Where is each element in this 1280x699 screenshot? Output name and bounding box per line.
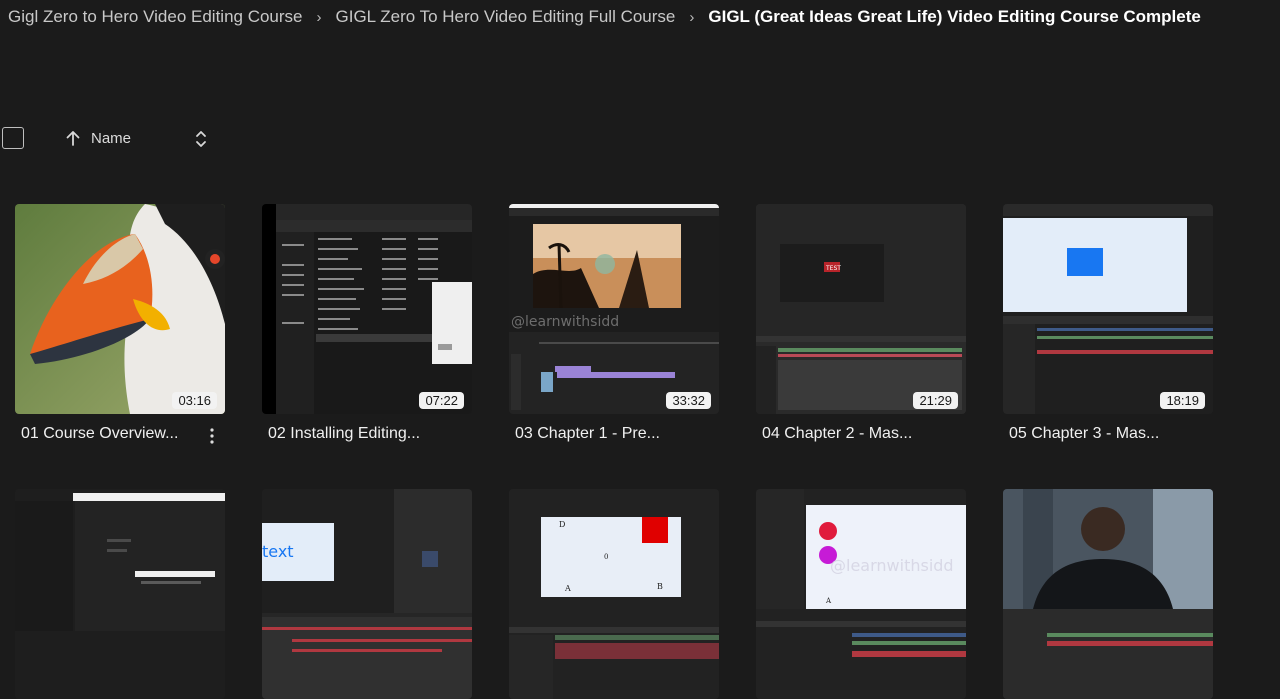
dialog-image [15,489,225,699]
more-options-icon[interactable] [205,426,219,446]
file-explorer-image [262,204,472,414]
video-thumbnail[interactable]: 18:19 [1003,204,1213,414]
video-thumbnail[interactable]: A @learnwithsidd [756,489,966,699]
editor-circles-image: A @learnwithsidd [756,489,966,699]
video-thumbnail[interactable]: TEST 21:29 [756,204,966,414]
letter-b: B [657,582,663,591]
duration-badge: 03:16 [172,392,217,409]
video-thumbnail[interactable]: 03:16 [15,204,225,414]
arrow-up-icon[interactable] [64,129,82,147]
letter-a: A [564,584,571,593]
chevron-right-icon: › [689,8,695,26]
duration-badge: 33:32 [666,392,711,409]
editor-text-image: TEST [756,204,966,414]
sort-bar: Name [2,127,222,153]
video-title[interactable]: 01 Course Overview... [21,425,178,443]
duration-badge: 18:19 [1160,392,1205,409]
editor-palms-image: @learnwithsidd [509,204,719,414]
test-label: TEST [825,265,841,272]
duration-badge: 07:22 [419,392,464,409]
video-thumbnail[interactable] [15,489,225,699]
letter-zero: 0 [604,553,608,561]
unfold-icon[interactable] [192,128,210,150]
video-title[interactable]: 02 Installing Editing... [268,425,420,443]
circle-letter: A [825,597,832,605]
breadcrumb-item-current: GIGL (Great Ideas Great Life) Video Edit… [708,7,1201,26]
editor-text-tool-image: text [262,489,472,699]
breadcrumb-item-course[interactable]: Gigl Zero to Hero Video Editing Course [8,7,303,27]
letter-d: D [559,520,565,529]
watermark-text: @learnwithsidd [830,556,954,575]
video-title[interactable]: 04 Chapter 2 - Mas... [762,425,912,443]
puffin-image [15,204,225,414]
text-label: text [262,542,294,561]
select-all-checkbox[interactable] [2,127,24,149]
breadcrumb-item-full-course[interactable]: GIGL Zero To Hero Video Editing Full Cou… [336,7,676,27]
video-thumbnail[interactable]: 07:22 [262,204,472,414]
video-thumbnail[interactable]: @learnwithsidd 33:32 [509,204,719,414]
sort-name-label[interactable]: Name [91,130,131,147]
editor-red-square-image: D 0 A B [509,489,719,699]
video-thumbnail[interactable]: D 0 A B [509,489,719,699]
video-thumbnail[interactable]: text [262,489,472,699]
video-thumbnail[interactable] [1003,489,1213,699]
watermark-text: @learnwithsidd [511,314,619,330]
editor-blue-square-image [1003,204,1213,414]
chevron-right-icon: › [316,8,322,26]
video-title[interactable]: 03 Chapter 1 - Pre... [515,425,660,443]
man-hallway-image [1003,489,1213,699]
video-title[interactable]: 05 Chapter 3 - Mas... [1009,425,1159,443]
breadcrumb: Gigl Zero to Hero Video Editing Course ›… [8,6,1201,28]
duration-badge: 21:29 [913,392,958,409]
